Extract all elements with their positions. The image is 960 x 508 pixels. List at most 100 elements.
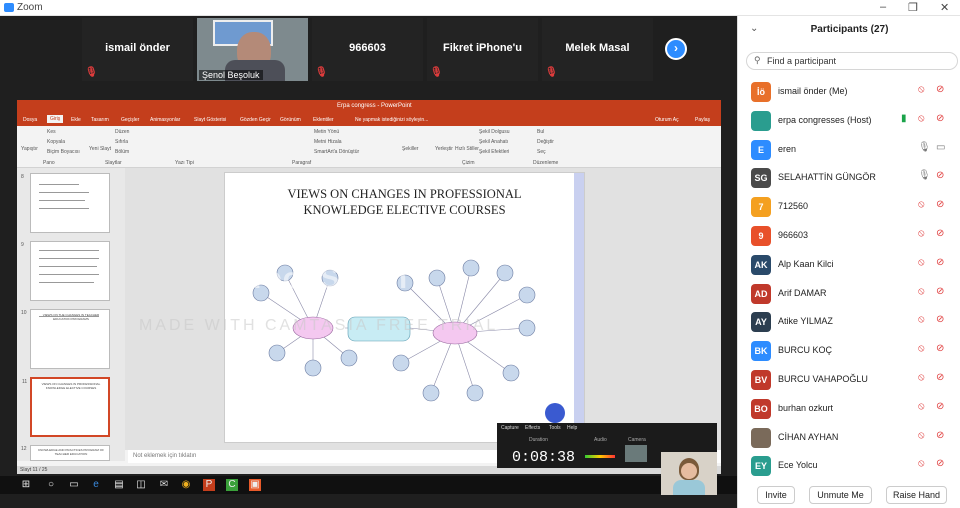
video-tile[interactable]: Melek Masal 🎙︎ [542,18,653,81]
menu-animations[interactable]: Animasyonlar [150,117,180,123]
shape-outline-button[interactable]: Şekil Anahatı [479,139,508,145]
menu-view[interactable]: Görünüm [280,117,301,123]
muted-video-icon: ⊘ [936,400,945,412]
slide-thumbnail[interactable]: 10 VIEWS ON THE CHANGES IN TEACHER EDUCA… [21,309,110,369]
participant-name: ismail önder (Me) [778,86,848,96]
thumbnail-title: KNOWLEDGE AND PRACTICES PROGRAM OF TEACH… [38,448,104,456]
avatar [751,110,771,131]
mail-icon[interactable]: ✉ [158,479,170,491]
muted-video-icon: ⊘ [936,314,945,326]
edge-icon[interactable]: e [90,479,102,491]
recorder-menu-item[interactable]: Capture [501,425,519,431]
share-link[interactable]: Paylaş [695,117,710,123]
participant-row[interactable]: 9 966603 ⦸ ⊘ [738,222,960,251]
layout-button[interactable]: Düzen [115,129,129,135]
participant-row[interactable]: SG SELAHATTİN GÜNGÖR 🎙︎ ⊘ [738,164,960,193]
participant-row[interactable]: BK BURCU KOÇ ⦸ ⊘ [738,337,960,366]
menu-file[interactable]: Dosya [23,117,37,123]
muted-mic-icon: ⦸ [918,199,925,211]
next-page-icon[interactable]: › [665,38,687,60]
muted-video-icon: ⊘ [936,285,945,297]
participant-row[interactable]: AD Arif DAMAR ⦸ ⊘ [738,280,960,309]
video-tile[interactable]: 966603 🎙︎ [312,18,423,81]
participant-row[interactable]: CİHAN AYHAN ⦸ ⊘ [738,424,960,453]
person-face [681,463,697,479]
recorder-menu-item[interactable]: Help [567,425,577,431]
shape-effects-button[interactable]: Şekil Efektleri [479,149,509,155]
participant-row[interactable]: AK Alp Kaan Kilci ⦸ ⊘ [738,251,960,280]
replace-button[interactable]: Değiştir [537,139,554,145]
video-tile[interactable]: ismail önder 🎙︎ [82,18,193,81]
menu-insert[interactable]: Ekle [71,117,81,123]
slide-thumbnail[interactable]: 9 [21,241,110,301]
video-tile-active[interactable]: Şenol Beşoluk [197,18,308,81]
muted-mic-icon: 🎙︎ [430,67,443,78]
copy-button[interactable]: Kopyala [47,139,65,145]
menu-design[interactable]: Tasarım [91,117,109,123]
windows-start-icon[interactable]: ⊞ [20,479,32,491]
search-placeholder: Find a participant [767,56,837,66]
app-icon[interactable]: ▣ [249,479,261,491]
mic-icon: 🎙︎ [918,141,931,153]
quick-styles-button[interactable]: Hızlı Stiller [455,146,479,152]
recorder-menu-item[interactable]: Tools [549,425,561,431]
task-view-icon[interactable]: ▭ [68,479,80,491]
shapes-button[interactable]: Şekiller [402,146,418,152]
self-view-video[interactable] [661,452,717,495]
find-button[interactable]: Bul [537,129,544,135]
muted-mic-icon: 🎙︎ [85,67,98,78]
invite-button[interactable]: Invite [757,486,795,504]
paste-button[interactable]: Yapıştır [21,146,38,152]
select-button[interactable]: Seç [537,149,546,155]
menu-slideshow[interactable]: Slayt Gösterisi [194,117,226,123]
slide-thumbnail[interactable]: 8 [21,173,110,233]
participant-row[interactable]: AY Atike YILMAZ ⦸ ⊘ [738,308,960,337]
participant-name: SELAHATTİN GÜNGÖR [778,172,876,183]
unmute-me-button[interactable]: Unmute Me [809,486,872,504]
participant-row[interactable]: BO burhan ozkurt ⦸ ⊘ [738,395,960,424]
avatar: EY [751,456,771,477]
participant-row[interactable]: İö ismail önder (Me) ⦸ ⊘ [738,78,960,107]
participant-name: 712560 [778,201,809,212]
close-icon[interactable]: ✕ [940,1,949,14]
video-tile[interactable]: Fikret iPhone'u 🎙︎ [427,18,538,81]
search-input[interactable]: ⚲ Find a participant [746,52,958,70]
menu-transitions[interactable]: Geçişler [121,117,139,123]
cut-button[interactable]: Kes [47,129,56,135]
text-direction-button[interactable]: Metin Yönü [314,129,339,135]
chrome-icon[interactable]: ◉ [180,479,192,491]
muted-video-icon: ⊘ [936,228,945,239]
file-explorer-icon[interactable]: ▤ [113,479,125,491]
menu-review[interactable]: Gözden Geçir [240,117,271,123]
new-slide-button[interactable]: Yeni Slayt [89,146,111,152]
participant-row[interactable]: 7 712560 ⦸ ⊘ [738,193,960,222]
slide-thumbnail[interactable]: 12 KNOWLEDGE AND PRACTICES PROGRAM OF TE… [21,445,110,461]
powerpoint-icon[interactable]: P [203,479,215,491]
section-button[interactable]: Bölüm [115,149,129,155]
share-screen-icon: ▮ [901,112,907,124]
align-text-button[interactable]: Metni Hizala [314,139,342,145]
menu-home[interactable]: Giriş [47,115,64,123]
raise-hand-button[interactable]: Raise Hand [886,486,947,504]
menu-addins[interactable]: Eklentiler [313,117,334,123]
tell-me-box[interactable]: Ne yapmak istediğinizi söyleyin... [355,117,428,123]
shape-fill-button[interactable]: Şekil Dolgusu [479,129,510,135]
slide-number: 12 [21,446,27,452]
arrange-button[interactable]: Yerleştir [435,146,453,152]
smartart-button[interactable]: SmartArt'a Dönüştür [314,149,359,155]
participant-row[interactable]: erpa congresses (Host) ⦸ ⊘ ▮ [738,107,960,136]
reset-button[interactable]: Sıfırla [115,139,128,145]
camtasia-icon[interactable]: C [226,479,238,491]
maximize-icon[interactable]: ❐ [908,1,918,14]
participant-row[interactable]: Eeren 🎙︎ ▭ [738,136,960,165]
format-painter-button[interactable]: Biçim Boyacısı [47,149,80,155]
recording-timer: 0:08:38 [512,449,576,466]
recorder-menu-item[interactable]: Effects [525,425,540,431]
participant-row[interactable]: BV BURCU VAHAPOĞLU ⦸ ⊘ [738,366,960,395]
store-icon[interactable]: ◫ [135,479,147,491]
search-icon[interactable]: ○ [45,479,57,491]
minimize-icon[interactable]: – [880,1,886,13]
sign-in-link[interactable]: Oturum Aç [655,117,679,123]
participant-row[interactable]: EY Ece Yolcu ⦸ ⊘ [738,452,960,481]
slide-thumbnail-selected[interactable]: 11 VIEWS ON CHANGES IN PROFESSIONAL KNOW… [22,377,110,437]
